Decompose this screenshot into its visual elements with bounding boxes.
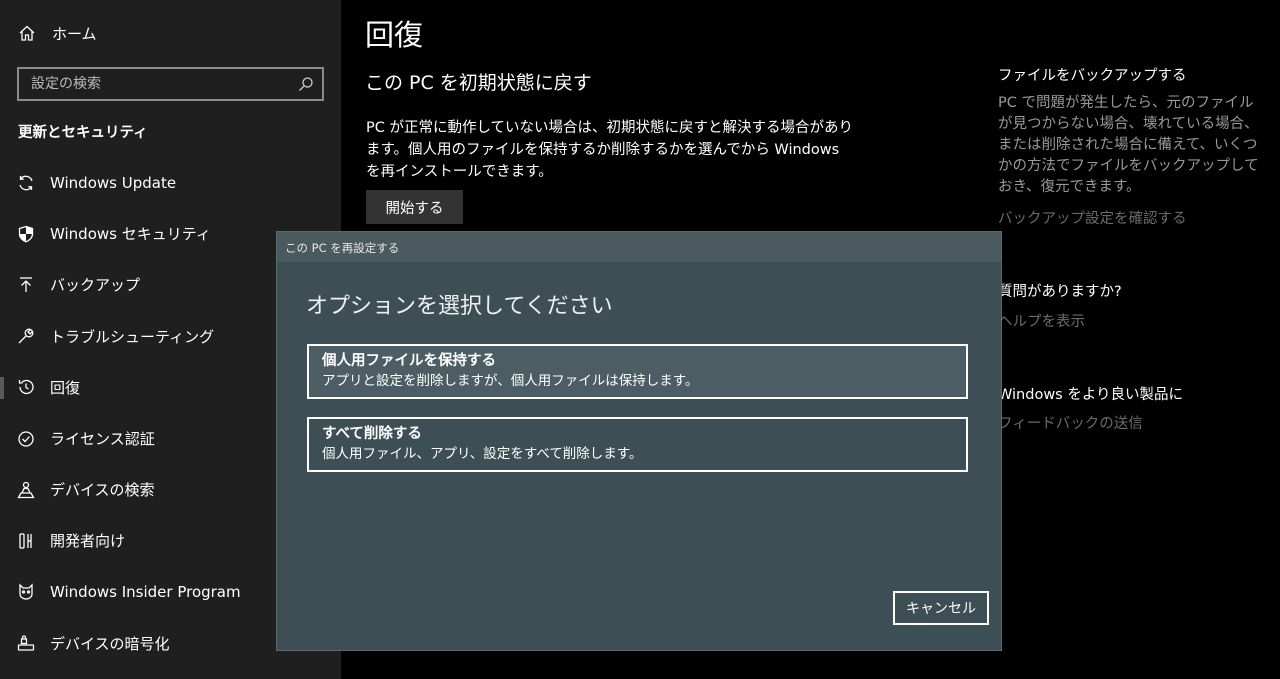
wrench-icon bbox=[18, 328, 34, 344]
sidebar-item-label: デバイスの暗号化 bbox=[50, 634, 170, 653]
person-location-icon bbox=[17, 481, 35, 498]
sidebar-item-label: Windows Update bbox=[50, 173, 177, 192]
dialog-heading: オプションを選択してください bbox=[306, 294, 613, 319]
section-title: 更新とセキュリティ bbox=[18, 125, 148, 141]
sidebar-item-label: ライセンス認証 bbox=[50, 430, 155, 449]
backup-text: PC で問題が発生したら、元のファイルが見つからない場合、壊れている場合、または… bbox=[998, 95, 1259, 195]
option-description: アプリと設定を削除しますが、個人用ファイルは保持します。 bbox=[322, 373, 699, 389]
reset-pc-dialog: この PC を再設定する オプションを選択してください 個人用ファイルを保持する… bbox=[276, 231, 1002, 651]
option-title: すべて削除する bbox=[322, 426, 422, 442]
shield-icon bbox=[18, 225, 34, 243]
dialog-window-title: この PC を再設定する bbox=[285, 241, 400, 255]
search-icon[interactable] bbox=[298, 76, 314, 92]
sidebar-item-label: 回復 bbox=[50, 378, 81, 397]
remove-everything-option[interactable]: すべて削除する 個人用ファイル、アプリ、設定をすべて削除します。 bbox=[307, 417, 968, 472]
history-icon bbox=[18, 380, 34, 395]
backup-heading: ファイルをバックアップする bbox=[998, 68, 1187, 84]
start-button[interactable]: 開始する bbox=[366, 190, 463, 224]
backup-arrow-icon bbox=[20, 277, 32, 292]
drive-lock-icon bbox=[17, 635, 35, 651]
check-circle-icon bbox=[18, 430, 34, 447]
sync-icon bbox=[19, 175, 33, 190]
developer-tools-icon bbox=[19, 533, 32, 549]
dialog-titlebar[interactable]: この PC を再設定する bbox=[277, 232, 1001, 262]
sidebar-item-label: Windows セキュリティ bbox=[50, 225, 211, 244]
sidebar-item-label: 開発者向け bbox=[50, 532, 126, 551]
option-description: 個人用ファイル、アプリ、設定をすべて削除します。 bbox=[322, 446, 643, 462]
sidebar-item-label: Windows Insider Program bbox=[50, 583, 241, 602]
home-icon bbox=[19, 25, 35, 41]
insider-cat-icon bbox=[19, 583, 33, 600]
sidebar-item-label: バックアップ bbox=[50, 276, 141, 295]
backup-settings-link[interactable]: バックアップ設定を確認する bbox=[998, 207, 1187, 228]
reset-pc-heading: この PC を初期状態に戻す bbox=[365, 72, 592, 94]
home-nav-item[interactable]: ホーム bbox=[18, 20, 97, 46]
keep-files-option[interactable]: 個人用ファイルを保持する アプリと設定を削除しますが、個人用ファイルは保持します… bbox=[307, 344, 968, 399]
sidebar-item-windows-update[interactable]: Windows Update bbox=[0, 157, 341, 208]
sidebar-item-label: デバイスの検索 bbox=[50, 481, 155, 500]
reset-pc-description: PC が正常に動作していない場合は、初期状態に戻すと解決する場合があります。個人… bbox=[366, 120, 854, 180]
feedback-link[interactable]: フィードバックの送信 bbox=[998, 412, 1143, 433]
cancel-button[interactable]: キャンセル bbox=[893, 591, 989, 625]
help-link[interactable]: ヘルプを表示 bbox=[998, 310, 1085, 331]
question-heading: 質問がありますか? bbox=[998, 284, 1122, 300]
home-label: ホーム bbox=[52, 24, 97, 43]
improve-heading: Windows をより良い製品に bbox=[998, 387, 1184, 403]
sidebar-item-label: トラブルシューティング bbox=[50, 327, 215, 346]
settings-search-box[interactable] bbox=[17, 67, 324, 101]
page-title: 回復 bbox=[365, 18, 424, 52]
option-title: 個人用ファイルを保持する bbox=[322, 353, 496, 369]
search-input[interactable] bbox=[19, 69, 289, 99]
